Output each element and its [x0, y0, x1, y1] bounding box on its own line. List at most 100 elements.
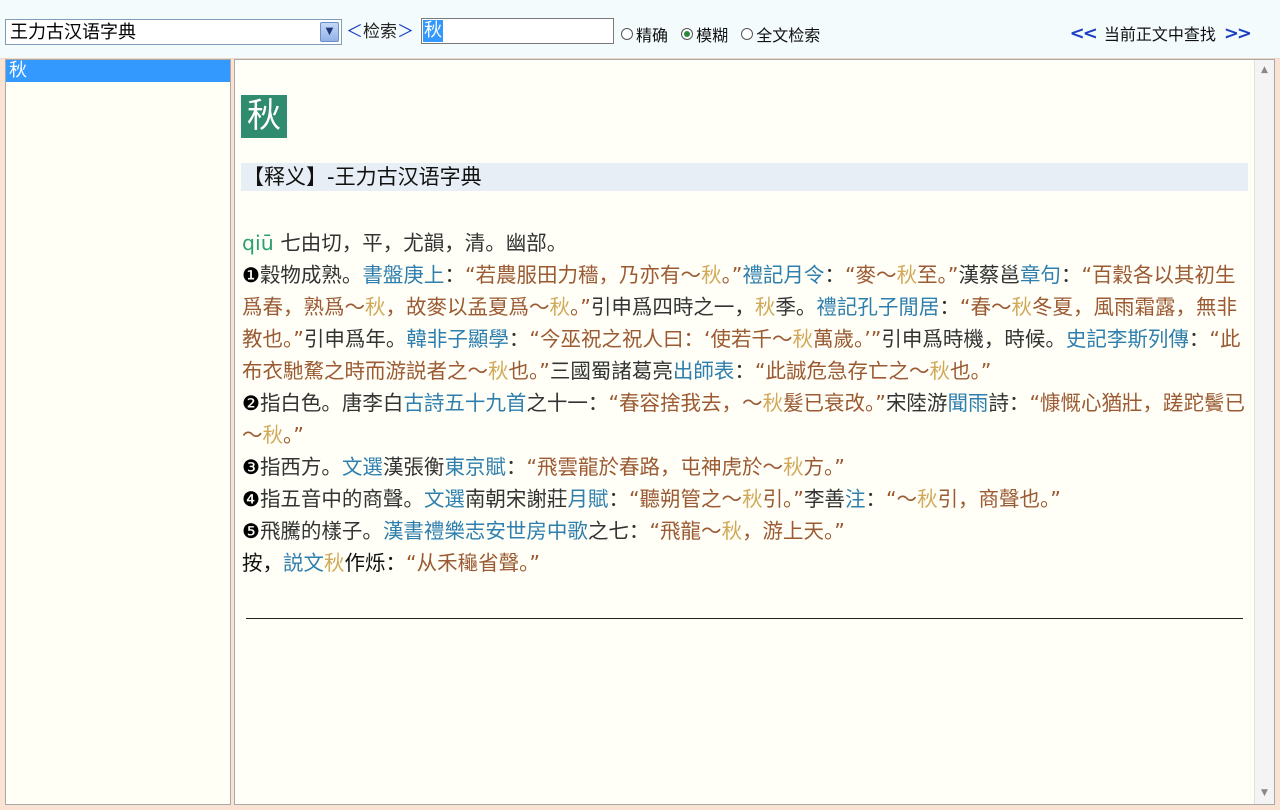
sense-text: 也。” [508, 359, 550, 383]
sense-text: 。” [721, 263, 743, 287]
sense-number: ❸ [242, 455, 260, 479]
sense-text: 指白色。唐李白 [259, 391, 404, 415]
sense-text: 髮已衰改。” [783, 391, 886, 415]
scroll-up-icon[interactable]: ▲ [1255, 62, 1274, 79]
sense-text: 方。” [803, 455, 845, 479]
mode-exact-radio[interactable]: 精确 [621, 22, 668, 46]
sense-5: ❺飛騰的樣子。漢書禮樂志安世房中歌之七：“飛龍～秋，游上天。” [242, 515, 1252, 547]
source-link[interactable]: 東京賦 [444, 455, 506, 479]
sense-text: 作烁： [344, 551, 407, 575]
sense-text: ： [1188, 327, 1210, 351]
source-link[interactable]: 禮記月令 [742, 263, 824, 287]
sense-text: “从禾龝省聲。” [406, 551, 540, 575]
chevron-down-icon[interactable]: ▼ [320, 22, 339, 42]
sense-text: “飛龍～ [649, 519, 722, 543]
sense-text: 指西方。 [259, 455, 342, 479]
sense-text: “春容捨我去，～ [608, 391, 763, 415]
headword-mention: 秋 [783, 455, 804, 479]
find-next-button[interactable]: >> [1216, 23, 1258, 44]
search-input-value: 秋 [423, 20, 443, 42]
find-in-text: << 当前正文中查找 >> [1062, 21, 1258, 45]
headword-mention: 秋 [1011, 295, 1033, 319]
headword-mention: 秋 [721, 519, 743, 543]
sense-text: ： [824, 263, 845, 287]
vertical-scrollbar[interactable]: ▲ ▼ [1254, 60, 1274, 804]
sense-text: “飛雲龍於春路，屯神虎於～ [526, 455, 784, 479]
sense-text: ： [608, 487, 629, 511]
sense-text: ： [444, 263, 465, 287]
search-input[interactable]: 秋 [421, 18, 614, 44]
search-button[interactable]: ＜检索＞ [346, 22, 414, 42]
radio-icon [621, 28, 633, 40]
dictionary-select[interactable]: 王力古汉语字典 ▼ [5, 19, 342, 45]
source-link[interactable]: 漢書禮樂志安世房中歌 [383, 519, 588, 543]
source-link[interactable]: 古詩五十九首 [403, 391, 526, 415]
scroll-down-icon[interactable]: ▼ [1255, 785, 1274, 802]
sense-text: ： [939, 295, 960, 319]
sense-number: ❷ [242, 391, 260, 415]
mode-fulltext-label: 全文检索 [756, 26, 821, 45]
sense-text: 引，商聲也。” [937, 487, 1061, 511]
pinyin: qiū [242, 231, 274, 255]
sense-text: ，游上天。” [742, 519, 845, 543]
headword-mention: 秋 [488, 359, 509, 383]
find-prev-button[interactable]: << [1062, 23, 1104, 44]
divider [246, 618, 1243, 619]
headword-mention: 秋 [324, 551, 345, 575]
sense-1: ❶穀物成熟。書盤庚上：“若農服田力穡，乃亦有～秋。”禮記月令：“麥～秋至。”漢蔡… [242, 259, 1252, 387]
search-button-label: 检索 [363, 22, 397, 42]
source-link[interactable]: 月賦 [567, 487, 608, 511]
sense-number: ❺ [242, 519, 260, 543]
find-label: 当前正文中查找 [1103, 25, 1216, 44]
toolbar: 王力古汉语字典 ▼ ＜检索＞ 秋 精确 模糊 全文检索 << 当前正文中查找 >… [0, 0, 1280, 59]
mode-fulltext-radio[interactable]: 全文检索 [741, 22, 820, 46]
headword-mention: 秋 [792, 327, 814, 351]
definition-text: qiū 七由切，平，尤韻，清。幽部。 ❶穀物成熟。書盤庚上：“若農服田力穡，乃亦… [242, 227, 1252, 579]
headword-mention: 秋 [762, 391, 784, 415]
source-link[interactable]: 禮記孔子閒居 [816, 295, 939, 319]
source-link[interactable]: 説文 [283, 551, 324, 575]
source-link[interactable]: 文選 [424, 487, 465, 511]
sense-text: 按， [242, 551, 283, 575]
results-list: 秋 [5, 59, 231, 805]
sense-text: “今巫祝之祝人曰：‘使若千～ [529, 327, 793, 351]
radio-selected-icon [681, 28, 694, 40]
source-link[interactable]: 聞雨 [947, 391, 988, 415]
mode-fuzzy-label: 模糊 [696, 26, 729, 45]
sense-number: ❶ [242, 263, 260, 287]
angle-right-icon: ＞ [397, 22, 414, 42]
section-title: 【释义】-王力古汉语字典 [241, 163, 1248, 191]
list-item[interactable]: 秋 [6, 60, 230, 82]
source-link[interactable]: 注 [845, 487, 866, 511]
sense-text: 飛騰的樣子。 [259, 519, 383, 543]
sense-text: “麥～ [844, 263, 897, 287]
sense-text: “此誠危急存亡之～ [754, 359, 930, 383]
sense-text: 引申爲時機，時候。 [881, 327, 1066, 351]
source-link[interactable]: 章句 [1020, 263, 1061, 287]
sense-text: 引申爲四時之一， [590, 295, 755, 319]
angle-left-icon: ＜ [346, 22, 363, 42]
headword: 秋 [241, 95, 287, 138]
headword-mention: 秋 [549, 295, 571, 319]
sense-text: 宋陸游 [885, 391, 948, 415]
sense-text: 詩： [988, 391, 1030, 415]
source-link[interactable]: 文選 [342, 455, 383, 479]
sense-2: ❷指白色。唐李白古詩五十九首之十一：“春容捨我去，～秋髮已衰改。”宋陸游聞雨詩：… [242, 387, 1252, 451]
sense-text: 季。 [775, 295, 817, 319]
source-link[interactable]: 出師表 [673, 359, 735, 383]
source-link[interactable]: 史記李斯列傳 [1066, 327, 1189, 351]
sense-text: 穀物成熟。 [259, 263, 363, 287]
phonetic-info: 七由切，平，尤韻，清。幽部。 [273, 231, 568, 255]
sense-4: ❹指五音中的商聲。文選南朝宋謝莊月賦：“聽朔管之～秋引。”李善注：“～秋引，商聲… [242, 483, 1252, 515]
sense-text: 。” [283, 423, 304, 447]
headword-mention: 秋 [365, 295, 386, 319]
sense-text: ，故麥以孟夏爲～ [385, 295, 550, 319]
headword-mention: 秋 [262, 423, 284, 447]
sense-text: 之十一： [526, 391, 609, 415]
sense-text: 李善 [803, 487, 845, 511]
source-link[interactable]: 韓非子顯學 [406, 327, 509, 351]
mode-fuzzy-radio[interactable]: 模糊 [681, 22, 728, 46]
sense-text: ： [1060, 263, 1082, 287]
source-link[interactable]: 書盤庚上 [362, 263, 444, 287]
sense-3: ❸指西方。文選漢張衡東京賦：“飛雲龍於春路，屯神虎於～秋方。” [242, 451, 1252, 483]
